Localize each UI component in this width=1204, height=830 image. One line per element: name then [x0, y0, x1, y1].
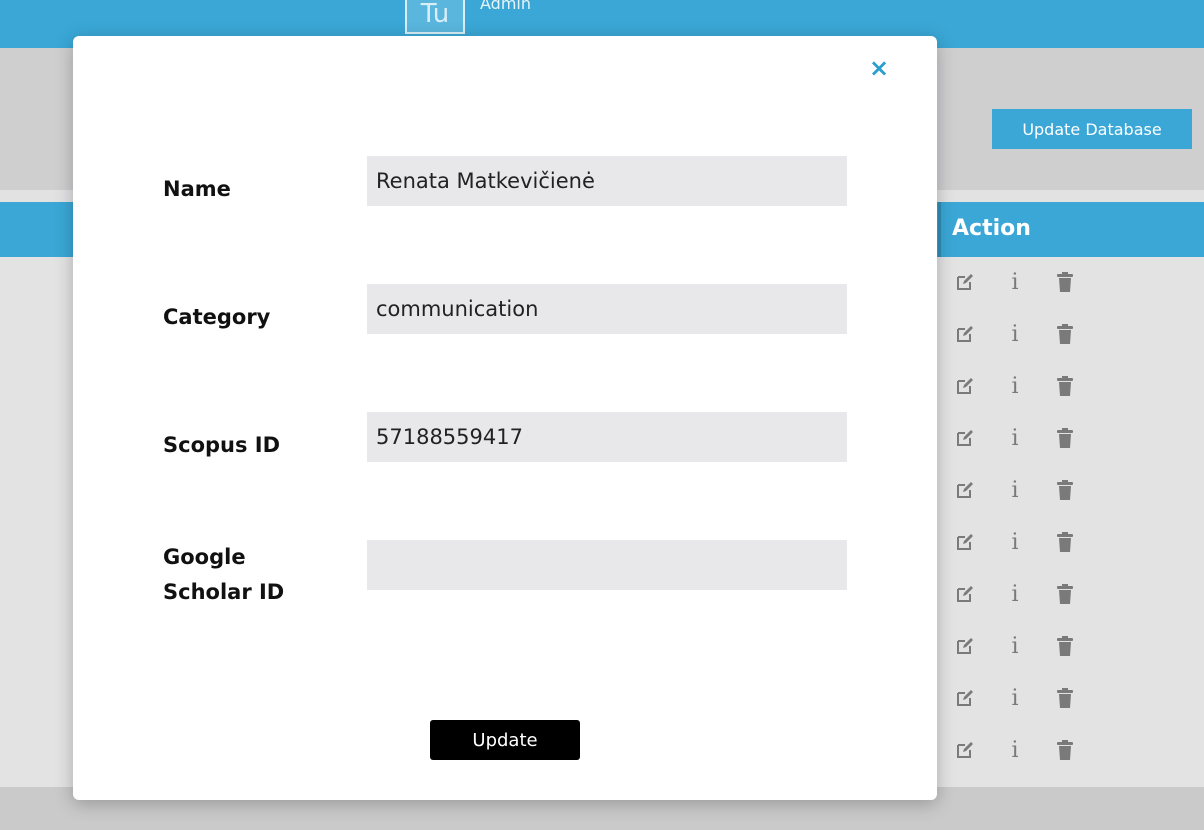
table-row: i	[952, 371, 1092, 401]
user-label[interactable]: Admin	[480, 0, 531, 13]
trash-icon[interactable]	[1052, 685, 1078, 711]
trash-icon[interactable]	[1052, 633, 1078, 659]
info-icon[interactable]: i	[1002, 373, 1028, 399]
info-icon[interactable]: i	[1002, 321, 1028, 347]
update-button[interactable]: Update	[430, 720, 580, 760]
trash-icon[interactable]	[1052, 425, 1078, 451]
trash-icon[interactable]	[1052, 529, 1078, 555]
app-logo[interactable]: Tu	[405, 0, 465, 34]
edit-icon[interactable]	[952, 581, 978, 607]
edit-icon[interactable]	[952, 373, 978, 399]
trash-icon[interactable]	[1052, 737, 1078, 763]
info-icon[interactable]: i	[1002, 581, 1028, 607]
trash-icon[interactable]	[1052, 269, 1078, 295]
info-icon[interactable]: i	[1002, 269, 1028, 295]
google-scholar-id-input[interactable]	[367, 540, 847, 590]
edit-icon[interactable]	[952, 425, 978, 451]
google-scholar-label-line1: Google	[163, 545, 246, 569]
edit-icon[interactable]	[952, 633, 978, 659]
action-column-header: Action	[952, 216, 1031, 241]
info-icon[interactable]: i	[1002, 633, 1028, 659]
trash-icon[interactable]	[1052, 373, 1078, 399]
table-row: i	[952, 423, 1092, 453]
scopus-id-input[interactable]	[367, 412, 847, 462]
column-divider	[938, 202, 941, 257]
edit-icon[interactable]	[952, 269, 978, 295]
google-scholar-label-line2: Scholar ID	[163, 580, 285, 604]
close-icon[interactable]: ×	[865, 54, 893, 82]
edit-icon[interactable]	[952, 529, 978, 555]
update-database-button[interactable]: Update Database	[992, 109, 1192, 149]
table-row: i	[952, 631, 1092, 661]
edit-icon[interactable]	[952, 737, 978, 763]
google-scholar-id-label: Google Scholar ID	[163, 540, 333, 610]
trash-icon[interactable]	[1052, 581, 1078, 607]
name-input[interactable]	[367, 156, 847, 206]
table-row: i	[952, 579, 1092, 609]
edit-icon[interactable]	[952, 477, 978, 503]
table-row: i	[952, 527, 1092, 557]
edit-researcher-modal: × Name Category Scopus ID Google Scholar…	[73, 36, 937, 800]
table-row: i	[952, 267, 1092, 297]
info-icon[interactable]: i	[1002, 425, 1028, 451]
info-icon[interactable]: i	[1002, 477, 1028, 503]
table-row: i	[952, 683, 1092, 713]
name-label: Name	[163, 177, 231, 201]
scopus-id-label: Scopus ID	[163, 433, 281, 457]
info-icon[interactable]: i	[1002, 685, 1028, 711]
info-icon[interactable]: i	[1002, 529, 1028, 555]
table-row: i	[952, 319, 1092, 349]
info-icon[interactable]: i	[1002, 737, 1028, 763]
edit-icon[interactable]	[952, 685, 978, 711]
category-input[interactable]	[367, 284, 847, 334]
table-row: i	[952, 735, 1092, 765]
trash-icon[interactable]	[1052, 477, 1078, 503]
trash-icon[interactable]	[1052, 321, 1078, 347]
category-label: Category	[163, 305, 271, 329]
edit-icon[interactable]	[952, 321, 978, 347]
table-row: i	[952, 475, 1092, 505]
